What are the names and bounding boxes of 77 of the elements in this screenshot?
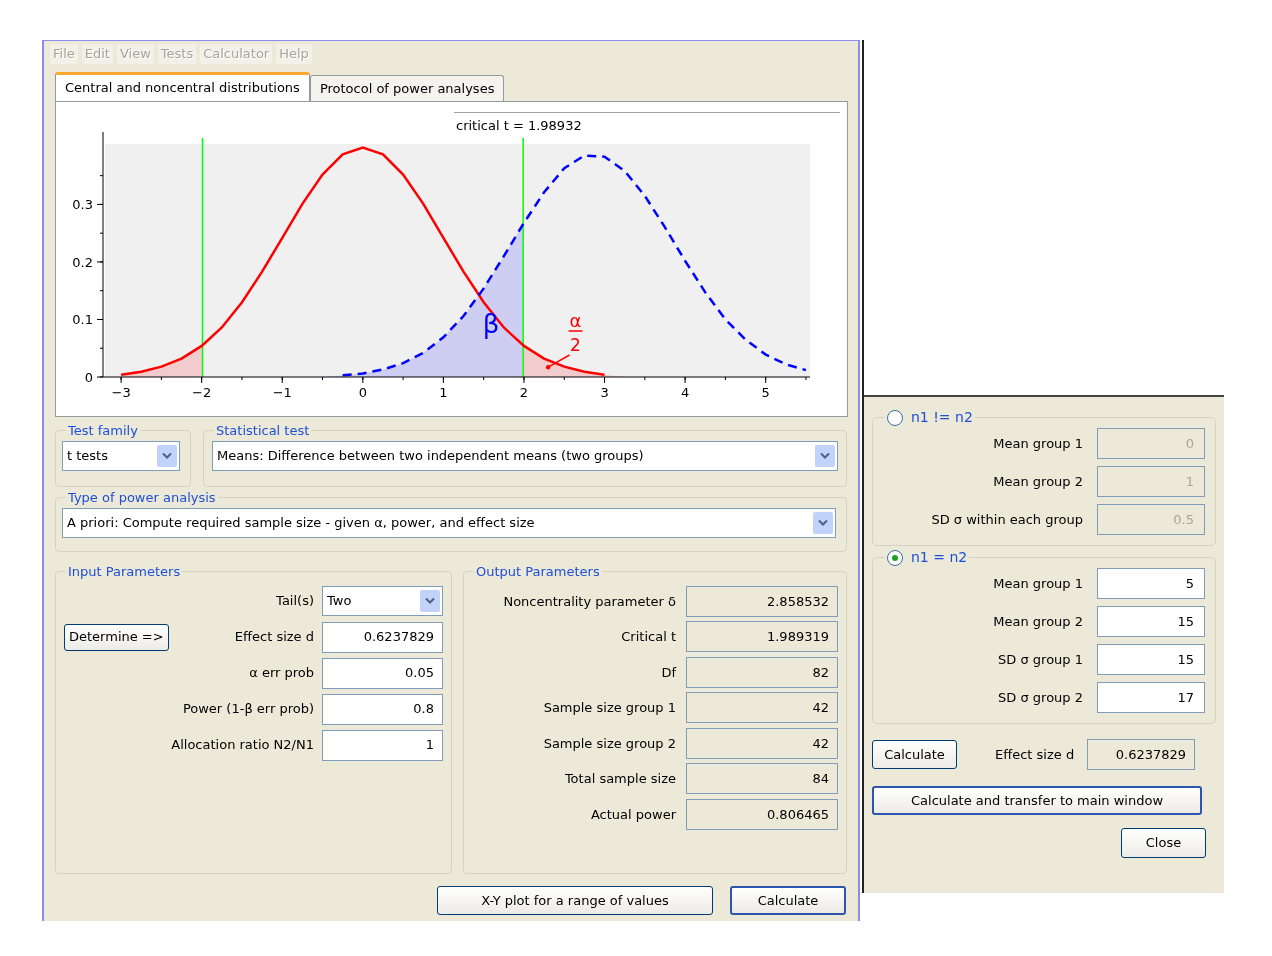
tick-label: 0.1 — [72, 312, 93, 328]
input-field[interactable]: 15 — [1097, 606, 1205, 637]
field-label: Mean group 1 — [993, 574, 1083, 593]
field-label: SD σ group 2 — [998, 688, 1083, 707]
tick-label: 0.2 — [72, 254, 93, 270]
field-label: Df — [661, 663, 676, 682]
input-field[interactable]: 17 — [1097, 682, 1205, 713]
tick-label: −1 — [272, 385, 292, 400]
field-label: SD σ group 1 — [998, 650, 1083, 669]
field-label: Power (1-β err prob) — [182, 700, 314, 719]
tick-label: 0 — [358, 385, 367, 400]
input-field[interactable]: 0.8 — [322, 693, 443, 725]
determine-button[interactable]: Determine => — [64, 623, 169, 651]
output-field: 84 — [686, 763, 838, 795]
tails-dropdown[interactable]: Two — [322, 586, 443, 616]
critical-t-caption: critical t = 1.98932 — [456, 118, 582, 133]
field-label: Actual power — [590, 805, 676, 824]
output-field: 0.6237829 — [1087, 739, 1196, 770]
field-label: Critical t — [621, 628, 676, 646]
tick-label: 0 — [84, 370, 93, 385]
test-family-dropdown[interactable]: t tests — [62, 440, 180, 471]
tick-label: −3 — [111, 385, 131, 400]
field-label: α err prob — [249, 664, 314, 683]
group-title: Type of power analysis — [67, 489, 217, 507]
field-label: Tail(s) — [276, 592, 314, 611]
field-label: Effect size d — [995, 745, 1075, 764]
chevron-down-icon — [813, 511, 833, 534]
input-field[interactable]: 0.05 — [322, 657, 443, 689]
field-label: Sample size group 1 — [543, 699, 676, 717]
field-label: Effect size d — [234, 628, 314, 647]
chevron-down-icon — [157, 444, 177, 467]
field-label: Noncentrality parameter δ — [503, 592, 676, 611]
output-field: 2.858532 — [686, 585, 838, 617]
tick-label: −2 — [192, 385, 212, 400]
output-field: 0.806465 — [686, 798, 838, 830]
analysis-type-dropdown[interactable]: A priori: Compute required sample size - given α, power, and effect size — [62, 507, 836, 538]
tick-label: 5 — [761, 385, 770, 400]
field-label: Allocation ratio N2/N1 — [171, 736, 314, 755]
input-field[interactable]: 15 — [1097, 644, 1205, 675]
calculate-button[interactable]: Calculate — [730, 886, 846, 915]
chevron-down-icon — [420, 590, 440, 612]
denominator-label: 2 — [570, 335, 581, 355]
tab[interactable]: Protocol of power analyses — [309, 75, 505, 101]
tick-label: 4 — [680, 385, 690, 400]
group-title: Test family — [67, 422, 139, 440]
beta-label: β — [482, 309, 500, 340]
alpha-label: α — [569, 310, 582, 331]
output-field: 42 — [686, 727, 838, 759]
group-title: Statistical test — [215, 422, 311, 440]
field-label: Sample size group 2 — [543, 734, 676, 753]
field-label: Total sample size — [564, 770, 676, 788]
input-field[interactable]: 1 — [322, 729, 443, 761]
close-button[interactable]: Close — [1121, 828, 1206, 858]
group-title: Input Parameters — [67, 563, 182, 581]
tick-label: 0.3 — [72, 197, 93, 213]
tick-label: 2 — [519, 385, 529, 400]
field-label: Mean group 2 — [993, 472, 1083, 491]
xy-plot-button[interactable]: X-Y plot for a range of values — [437, 886, 713, 915]
field-label: Mean group 1 — [993, 434, 1083, 453]
field-label: SD σ within each group — [931, 510, 1083, 529]
group-title: Output Parameters — [475, 563, 601, 581]
input-field[interactable]: 5 — [1097, 568, 1205, 599]
leader-line — [545, 354, 571, 370]
output-field: 1.989319 — [686, 621, 838, 653]
tick-label: 1 — [439, 385, 448, 400]
input-field[interactable]: 0.6237829 — [322, 621, 443, 653]
field-label: Mean group 2 — [993, 612, 1083, 631]
statistical-test-dropdown[interactable]: Means: Difference between two independent means (two groups) — [212, 440, 838, 471]
output-field: 42 — [686, 692, 838, 724]
tab[interactable]: Central and noncentral distributions — [55, 72, 310, 101]
radio-option[interactable]: n1 = n2 — [887, 547, 968, 568]
transfer-button[interactable]: Calculate and transfer to main window — [872, 786, 1202, 815]
tick-label: 3 — [600, 385, 609, 400]
calculate-button[interactable]: Calculate — [872, 740, 957, 769]
radio-option[interactable]: n1 != n2 — [887, 407, 973, 428]
chevron-down-icon — [815, 444, 835, 467]
output-field: 82 — [686, 656, 838, 688]
